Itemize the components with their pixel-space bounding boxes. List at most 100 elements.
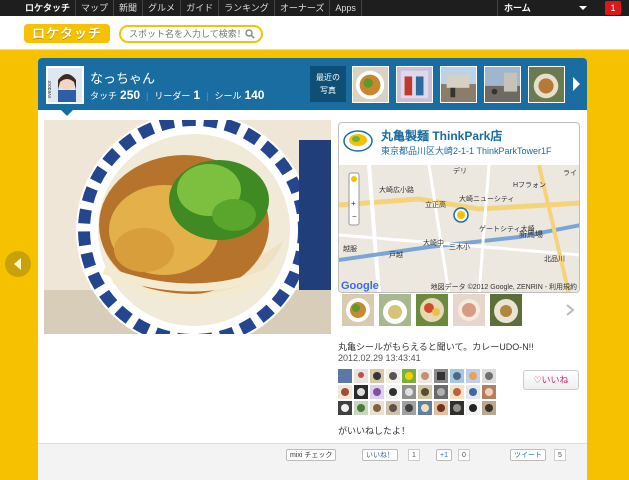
liker-avatar[interactable]: [434, 401, 448, 415]
liker-avatar[interactable]: [386, 401, 400, 415]
liker-avatar[interactable]: [354, 385, 368, 399]
liker-avatar[interactable]: [482, 369, 496, 383]
profile-stats: タッチ 250 | リーダー 1 | シール 140: [90, 88, 270, 102]
nav-item-ranking[interactable]: ランキング: [219, 0, 275, 16]
facebook-like-button[interactable]: いいね！: [362, 449, 398, 461]
site-header: ロケタッチ: [0, 16, 629, 50]
liker-avatar[interactable]: [402, 369, 416, 383]
liked-message: がいいねしたよ！: [338, 426, 411, 436]
svg-text:+: +: [351, 199, 356, 208]
main-photo[interactable]: [44, 120, 331, 334]
google-plus-count: 0: [458, 449, 470, 461]
map-label-osaki-naka: 大崎中: [423, 238, 444, 247]
home-menu-label: ホーム: [504, 3, 531, 13]
google-plus-button[interactable]: +1: [436, 449, 452, 461]
svg-text:−: −: [352, 212, 357, 221]
mixi-check-button[interactable]: mixi チェック: [286, 449, 337, 461]
liker-avatar[interactable]: [466, 401, 480, 415]
map-label-hotel: Hフラォン: [513, 181, 546, 189]
shop-map[interactable]: + − 大崎広小路 立正高 大崎ニューシティ ゲートシティ大崎 新馬場 越服 戸…: [339, 164, 579, 292]
recent-photo-udon[interactable]: [352, 66, 389, 103]
chevron-left-icon: [14, 258, 21, 270]
search-box: [119, 25, 263, 43]
profile-bar: livedoor なっちゃん タッチ 250 | リーダー 1 | シール 14…: [38, 58, 587, 110]
share-bar: mixi チェック いいね！ 1 +1 0 ツイート 5: [38, 444, 587, 480]
nav-item-map[interactable]: マップ: [76, 0, 115, 16]
nav-item-apps[interactable]: Apps: [330, 0, 362, 16]
shop-thumb[interactable]: [342, 294, 374, 326]
shop-thumb[interactable]: [453, 294, 485, 326]
notification-badge[interactable]: 1: [605, 1, 621, 15]
recent-photos-label: 最近の 写真: [310, 66, 346, 102]
liker-avatar[interactable]: [482, 401, 496, 415]
udon-bowl-icon: [343, 130, 373, 152]
search-input[interactable]: [129, 27, 247, 41]
profile-name[interactable]: なっちゃん: [90, 68, 155, 87]
nav-item-gourmet[interactable]: グルメ: [143, 0, 182, 16]
liker-avatar[interactable]: [370, 401, 384, 415]
recent-photos: [352, 66, 572, 103]
touch-label: タッチ: [90, 91, 118, 101]
locatouch-logo[interactable]: ロケタッチ: [24, 24, 110, 43]
like-button-label: いいね: [541, 375, 569, 385]
liker-avatar[interactable]: [450, 401, 464, 415]
top-nav-bar: ロケタッチ マップ 新聞 グルメ ガイド ランキング オーナーズ Apps ホー…: [0, 0, 629, 16]
liker-avatar[interactable]: [434, 369, 448, 383]
like-button[interactable]: ♡いいね: [523, 370, 579, 390]
map-image: + − 大崎広小路 立正高 大崎ニューシティ ゲートシティ大崎 新馬場 越服 戸…: [339, 164, 579, 292]
liker-avatars: [338, 369, 506, 417]
liker-avatar[interactable]: [402, 385, 416, 399]
liker-avatar[interactable]: [418, 385, 432, 399]
previous-post-button[interactable]: [5, 251, 31, 277]
liker-avatar[interactable]: [386, 369, 400, 383]
stat-divider: |: [206, 91, 209, 101]
tweet-button[interactable]: ツイート: [510, 449, 546, 461]
avatar[interactable]: livedoor: [46, 66, 84, 104]
shop-thumb[interactable]: [490, 294, 522, 326]
map-credit[interactable]: 地図データ ©2012 Google, ZENRIN - 利用規約: [431, 282, 577, 292]
shop-thumb[interactable]: [416, 294, 448, 326]
chevron-right-icon[interactable]: [571, 76, 581, 92]
recent-photo-building[interactable]: [440, 66, 477, 103]
profile-pointer: [61, 110, 73, 116]
map-label-miki: 三木小: [449, 242, 470, 251]
google-logo: Google: [341, 280, 379, 292]
liker-avatar[interactable]: [386, 385, 400, 399]
seal-count[interactable]: 140: [244, 88, 264, 102]
map-label-kitashinagawa: 北品川: [544, 255, 565, 263]
nav-item-owners[interactable]: オーナーズ: [275, 0, 331, 16]
liker-avatar[interactable]: [354, 369, 368, 383]
liker-avatar[interactable]: [418, 401, 432, 415]
liker-avatar[interactable]: [466, 369, 480, 383]
liker-avatar[interactable]: [370, 385, 384, 399]
map-label-rai: ライ: [563, 169, 577, 177]
home-menu[interactable]: ホーム: [497, 0, 593, 16]
shop-address: 東京都品川区大崎2-1-1 ThinkParkTower1F: [381, 146, 552, 156]
liker-avatar[interactable]: [450, 369, 464, 383]
recent-photo-shop[interactable]: [396, 66, 433, 103]
liker-avatar[interactable]: [482, 385, 496, 399]
liker-avatar[interactable]: [450, 385, 464, 399]
shop-thumb[interactable]: [379, 294, 411, 326]
liker-avatar[interactable]: [370, 369, 384, 383]
recent-label-line-1: 最近の: [316, 73, 340, 82]
liker-avatar[interactable]: [402, 401, 416, 415]
liker-avatar[interactable]: [338, 401, 352, 415]
nav-item-guide[interactable]: ガイド: [181, 0, 220, 16]
recent-photo-street[interactable]: [484, 66, 521, 103]
liker-avatar[interactable]: [338, 385, 352, 399]
liker-avatar[interactable]: [338, 369, 352, 383]
liker-avatar[interactable]: [466, 385, 480, 399]
shop-name[interactable]: 丸亀製麺 ThinkPark店: [381, 127, 502, 144]
liker-avatar[interactable]: [434, 385, 448, 399]
leader-count[interactable]: 1: [193, 88, 200, 102]
liker-avatar[interactable]: [354, 401, 368, 415]
liker-avatar[interactable]: [418, 369, 432, 383]
nav-item-news[interactable]: 新聞: [114, 0, 144, 16]
seal-label: シール: [214, 91, 242, 101]
touch-count[interactable]: 250: [120, 88, 140, 102]
recent-photo-food[interactable]: [528, 66, 565, 103]
chevron-right-icon[interactable]: [566, 304, 574, 316]
search-icon[interactable]: [245, 29, 255, 39]
nav-item-locatouch[interactable]: ロケタッチ: [20, 0, 77, 16]
